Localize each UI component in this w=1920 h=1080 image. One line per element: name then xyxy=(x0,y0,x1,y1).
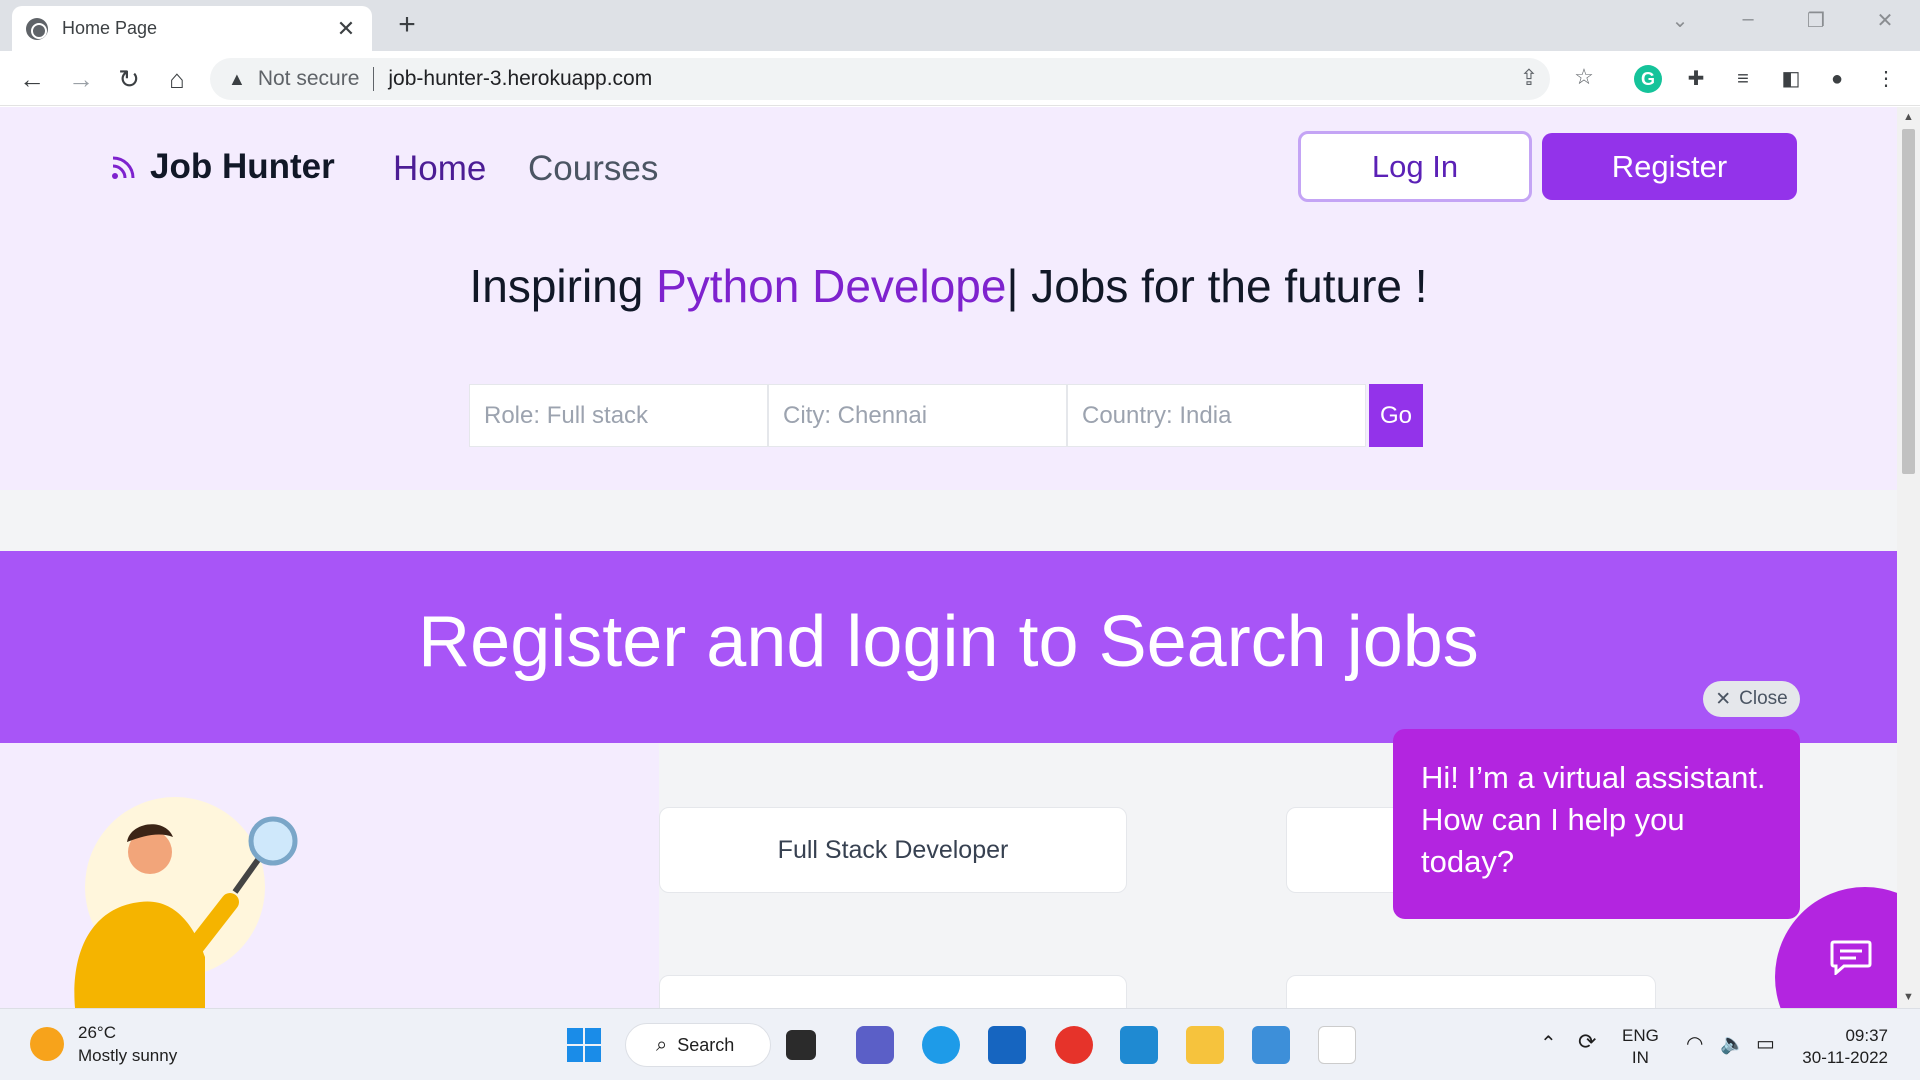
tab-close-icon[interactable]: ✕ xyxy=(334,16,358,42)
headline-prefix: Inspiring xyxy=(469,260,657,312)
job-seeker-illustration xyxy=(74,797,298,1008)
brand-name: Job Hunter xyxy=(150,147,335,186)
snipping-tool-icon[interactable] xyxy=(1318,1026,1356,1064)
bookmark-star-icon[interactable]: ☆ xyxy=(1570,64,1598,90)
page-viewport: Job Hunter Home Courses Log In Register … xyxy=(0,107,1897,1008)
banner-text: Register and login to Search jobs xyxy=(418,602,1479,682)
job-search-form: Role: Full stack City: Chennai Country: … xyxy=(469,384,1423,447)
nav-link-courses[interactable]: Courses xyxy=(528,149,658,189)
section-spacer xyxy=(0,490,1897,550)
edge-browser-icon[interactable] xyxy=(922,1026,960,1064)
role-input[interactable]: Role: Full stack xyxy=(469,384,768,447)
media-queue-icon[interactable]: ≡ xyxy=(1729,65,1757,93)
tab-title: Home Page xyxy=(62,18,158,38)
language-indicator[interactable]: ENG IN xyxy=(1622,1025,1659,1069)
taskbar-search[interactable]: ⌕ Search xyxy=(625,1023,771,1067)
job-card-full-stack[interactable]: Full Stack Developer xyxy=(659,807,1127,893)
nav-link-home[interactable]: Home xyxy=(393,149,486,189)
date: 30-11-2022 xyxy=(1802,1048,1888,1067)
go-button[interactable]: Go xyxy=(1369,384,1423,447)
rss-icon xyxy=(112,156,135,179)
sync-icon[interactable]: ⟳ xyxy=(1578,1031,1596,1053)
teams-chat-icon[interactable] xyxy=(856,1026,894,1064)
scroll-up-icon[interactable]: ▲ xyxy=(1897,111,1920,123)
chat-close-label: Close xyxy=(1739,688,1788,709)
chat-greeting-bubble[interactable]: Hi! I’m a virtual assistant. How can I h… xyxy=(1393,729,1800,919)
brand-logo[interactable]: Job Hunter xyxy=(110,147,335,187)
file-explorer-icon[interactable] xyxy=(1186,1026,1224,1064)
minimize-icon[interactable]: – xyxy=(1728,8,1768,31)
windows-start-icon[interactable] xyxy=(565,1026,603,1064)
register-banner: Register and login to Search jobs xyxy=(0,551,1897,743)
login-button[interactable]: Log In xyxy=(1298,131,1532,202)
close-icon: ✕ xyxy=(1715,688,1732,710)
not-secure-label: Not secure xyxy=(257,67,360,90)
side-panel-icon[interactable]: ◧ xyxy=(1777,65,1805,93)
search-icon: ⌕ xyxy=(656,1033,668,1056)
task-view-icon[interactable] xyxy=(786,1030,816,1060)
profile-avatar-icon[interactable]: ● xyxy=(1823,65,1851,93)
hero-section: Job Hunter Home Courses Log In Register … xyxy=(0,107,1897,490)
scrollbar-thumb[interactable] xyxy=(1902,129,1915,474)
clock[interactable]: 09:37 30-11-2022 xyxy=(1802,1025,1888,1069)
volume-icon[interactable]: 🔈 xyxy=(1720,1033,1745,1055)
reload-icon[interactable]: ↻ xyxy=(113,63,145,95)
page-scrollbar[interactable]: ▲ ▼ xyxy=(1897,107,1920,1008)
browser-toolbar: ← → ↻ ⌂ ▲ Not secure job-hunter-3.heroku… xyxy=(0,51,1920,106)
browser-tab-strip: Home Page ✕ + ⌄ – ❐ ✕ xyxy=(0,0,1920,51)
back-icon[interactable]: ← xyxy=(16,63,48,95)
warning-icon: ▲ xyxy=(228,68,246,89)
extensions-puzzle-icon[interactable]: ✚ xyxy=(1682,65,1710,93)
url-text[interactable]: job-hunter-3.herokuapp.com xyxy=(388,67,652,91)
chat-icon xyxy=(1830,940,1872,975)
new-tab-button[interactable]: + xyxy=(392,10,422,40)
region-code: IN xyxy=(1631,1048,1649,1067)
show-hidden-icons-chevron-icon[interactable]: ⌃ xyxy=(1540,1033,1557,1055)
microsoft-store-icon[interactable] xyxy=(988,1026,1026,1064)
chrome-icon[interactable] xyxy=(1055,1026,1093,1064)
windows-taskbar: 26°C Mostly sunny ⌕ Search ⌃ ⟳ ENG IN ◠ … xyxy=(0,1008,1920,1080)
register-button[interactable]: Register xyxy=(1542,133,1797,200)
vscode-icon[interactable] xyxy=(1120,1026,1158,1064)
weather-condition: Mostly sunny xyxy=(78,1046,178,1065)
city-input[interactable]: City: Chennai xyxy=(768,384,1067,447)
typing-cursor: | xyxy=(1006,260,1019,312)
photos-icon[interactable] xyxy=(1252,1026,1290,1064)
country-input[interactable]: Country: India xyxy=(1067,384,1366,447)
headline-typed-role: Python Develope xyxy=(656,260,1007,312)
forward-icon[interactable]: → xyxy=(65,63,97,95)
temperature: 26°C xyxy=(78,1023,116,1042)
headline-suffix: Jobs for the future ! xyxy=(1018,260,1428,312)
restore-icon[interactable]: ❐ xyxy=(1796,8,1836,33)
menu-kebab-icon[interactable]: ⋮ xyxy=(1872,65,1900,93)
battery-icon[interactable]: ▭ xyxy=(1756,1033,1775,1055)
share-icon[interactable]: ⇪ xyxy=(1515,65,1543,91)
close-window-icon[interactable]: ✕ xyxy=(1865,8,1905,33)
home-icon[interactable]: ⌂ xyxy=(161,63,193,95)
tab-search-chevron-icon[interactable]: ⌄ xyxy=(1660,8,1700,33)
scroll-down-icon[interactable]: ▼ xyxy=(1897,991,1920,1003)
taskbar-search-label: Search xyxy=(677,1034,735,1055)
chat-close-button[interactable]: ✕ Close xyxy=(1703,681,1800,717)
weather-widget[interactable]: 26°C Mostly sunny xyxy=(30,1021,177,1067)
divider xyxy=(373,67,375,91)
language-code: ENG xyxy=(1622,1026,1659,1045)
time: 09:37 xyxy=(1845,1026,1888,1045)
hero-headline: Inspiring Python Develope| Jobs for the … xyxy=(0,259,1897,313)
job-card[interactable] xyxy=(1286,975,1656,1008)
address-bar[interactable]: ▲ Not secure job-hunter-3.herokuapp.com … xyxy=(210,58,1594,100)
wifi-icon[interactable]: ◠ xyxy=(1686,1033,1703,1055)
globe-icon xyxy=(26,17,48,40)
grammarly-extension-icon[interactable]: G xyxy=(1634,65,1662,93)
sun-icon xyxy=(30,1027,64,1061)
job-card[interactable] xyxy=(659,975,1127,1008)
browser-tab[interactable]: Home Page ✕ xyxy=(12,6,372,51)
